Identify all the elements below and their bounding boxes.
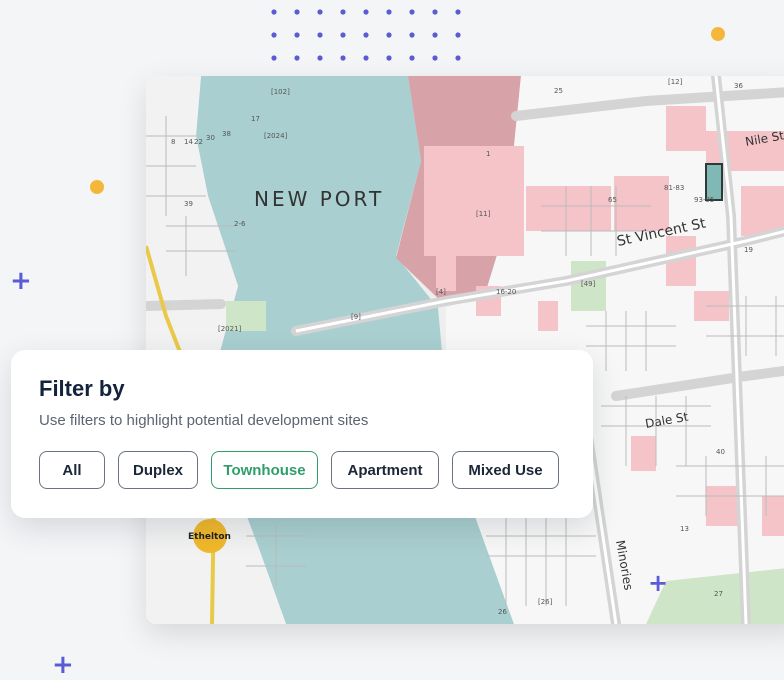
parcel-number: 2-6 [234,220,246,228]
decorative-dot-grid [271,9,461,61]
parcel-number: 8 [171,138,175,146]
parcel-number: 19 [744,246,753,254]
decorative-plus-icon: + [10,266,32,296]
decorative-orange-dot [711,27,725,41]
filter-townhouse-button[interactable]: Townhouse [211,451,318,489]
filter-apartment-button[interactable]: Apartment [331,451,439,489]
parcel-number: [2021] [218,325,242,333]
parcel-number: 65 [608,196,617,204]
parcel-number: 1 [486,150,490,158]
filter-subtitle: Use filters to highlight potential devel… [39,412,369,429]
parcel-number: [12] [668,78,683,86]
filter-panel: Filter by Use filters to highlight poten… [11,350,593,518]
parcel-number: [4] [436,288,446,296]
parcel-number: 26 [498,608,507,616]
highlighted-site [705,163,723,201]
decorative-plus-icon: + [52,650,74,680]
parcel-number: 81-83 [664,184,684,192]
parcel-number: [102] [271,88,290,96]
parcel-number: 39 [184,200,193,208]
filter-title: Filter by [39,376,125,401]
parcel-number: 17 [251,115,260,123]
parcel-number: 38 [222,130,231,138]
parcel-number: 22 [194,138,203,146]
parcel-number: 93-95 [694,196,714,204]
parcel-number: 36 [734,82,743,90]
parcel-number: [26] [538,598,553,606]
parcel-number: 30 [206,134,215,142]
parcel-number: [2024] [264,132,288,140]
map-area-label: NEW PORT [254,187,384,211]
parcel-number: 27 [714,590,723,598]
filter-all-button[interactable]: All [39,451,105,489]
parcel-number: [11] [476,210,491,218]
filter-mixed-use-button[interactable]: Mixed Use [452,451,559,489]
parcel-number: 25 [554,87,563,95]
parcel-number: 13 [680,525,689,533]
station-label: Ethelton [188,532,231,542]
decorative-plus-icon: + [648,569,669,597]
filter-duplex-button[interactable]: Duplex [118,451,198,489]
parcel-number: 14 [184,138,193,146]
decorative-orange-dot [90,180,104,194]
filter-options: All Duplex Townhouse Apartment Mixed Use [39,451,559,489]
parcel-number: [49] [581,280,596,288]
parcel-number: 40 [716,448,725,456]
parcel-number: 16-20 [496,288,516,296]
parcel-number: [9] [351,313,361,321]
